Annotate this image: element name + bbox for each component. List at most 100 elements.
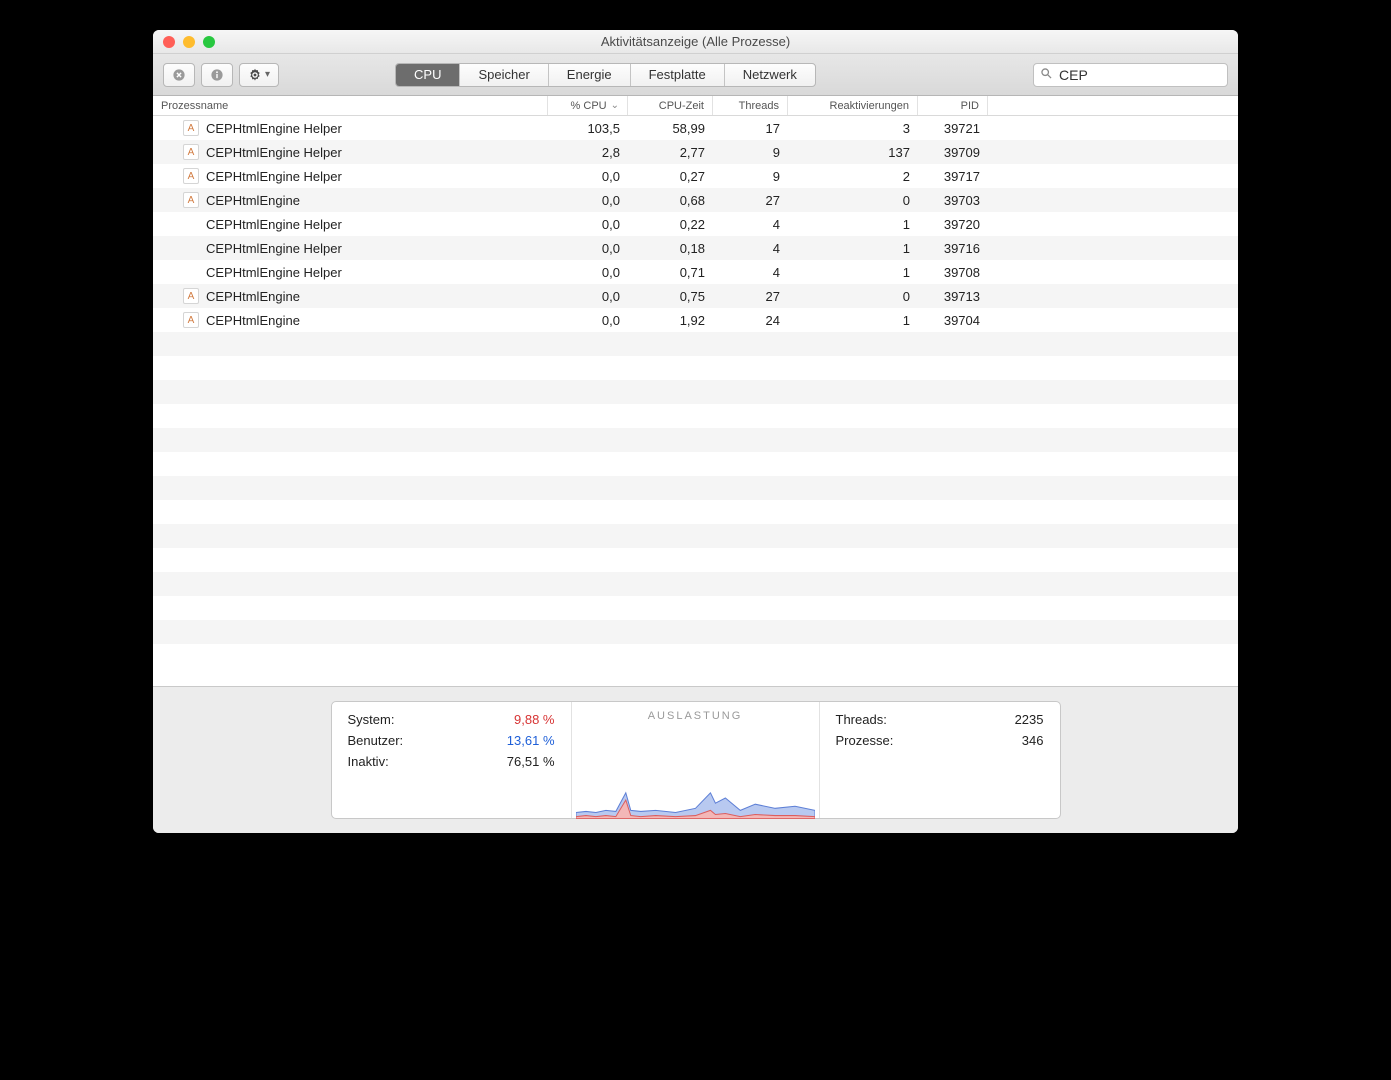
cell-cpu: 0,0 bbox=[548, 289, 628, 304]
cell-time: 0,27 bbox=[628, 169, 713, 184]
search-input[interactable] bbox=[1059, 67, 1238, 83]
cell-wakeups: 3 bbox=[788, 121, 918, 136]
cell-pid: 39708 bbox=[918, 265, 988, 280]
system-label: System: bbox=[348, 712, 395, 727]
cell-cpu: 0,0 bbox=[548, 313, 628, 328]
cell-cpu: 0,0 bbox=[548, 193, 628, 208]
titlebar[interactable]: Aktivitätsanzeige (Alle Prozesse) bbox=[153, 30, 1238, 54]
toolbar: ▾ CPU Speicher Energie Festplatte Netzwe… bbox=[153, 54, 1238, 96]
table-row bbox=[153, 380, 1238, 404]
stop-process-button[interactable] bbox=[163, 63, 195, 87]
search-field[interactable]: ✕ bbox=[1033, 63, 1228, 87]
cell-threads: 4 bbox=[713, 265, 788, 280]
table-row[interactable]: ACEPHtmlEngine Helper2,82,77913739709 bbox=[153, 140, 1238, 164]
cpu-usage-chart bbox=[576, 736, 815, 819]
close-icon[interactable] bbox=[163, 36, 175, 48]
table-row bbox=[153, 620, 1238, 644]
cell-threads: 24 bbox=[713, 313, 788, 328]
user-label: Benutzer: bbox=[348, 733, 404, 748]
system-value: 9,88 % bbox=[514, 712, 554, 727]
cpu-percentages: System: 9,88 % Benutzer: 13,61 % Inaktiv: 7… bbox=[332, 702, 572, 818]
process-name: CEPHtmlEngine bbox=[206, 193, 300, 208]
options-button[interactable]: ▾ bbox=[239, 63, 279, 87]
cell-threads: 17 bbox=[713, 121, 788, 136]
chevron-down-icon: ▾ bbox=[265, 69, 270, 80]
category-tabs: CPU Speicher Energie Festplatte Netzwerk bbox=[395, 63, 816, 87]
cell-threads: 4 bbox=[713, 217, 788, 232]
table-row bbox=[153, 644, 1238, 668]
table-row bbox=[153, 572, 1238, 596]
table-row[interactable]: ACEPHtmlEngine0,00,7527039713 bbox=[153, 284, 1238, 308]
cell-pid: 39703 bbox=[918, 193, 988, 208]
footer: System: 9,88 % Benutzer: 13,61 % Inaktiv: 7… bbox=[153, 686, 1238, 833]
table-row[interactable]: CEPHtmlEngine Helper0,00,224139720 bbox=[153, 212, 1238, 236]
cell-pid: 39720 bbox=[918, 217, 988, 232]
sort-desc-icon: ⌄ bbox=[611, 100, 619, 111]
table-header: Prozessname % CPU⌄ CPU-Zeit Threads Reak… bbox=[153, 96, 1238, 116]
activity-monitor-window: Aktivitätsanzeige (Alle Prozesse) ▾ CPU … bbox=[153, 30, 1238, 833]
idle-value: 76,51 % bbox=[507, 754, 555, 769]
cell-cpu: 0,0 bbox=[548, 169, 628, 184]
process-name: CEPHtmlEngine Helper bbox=[206, 265, 342, 280]
col-cputime[interactable]: CPU-Zeit bbox=[628, 96, 713, 115]
table-row[interactable]: CEPHtmlEngine Helper0,00,714139708 bbox=[153, 260, 1238, 284]
process-name: CEPHtmlEngine bbox=[206, 313, 300, 328]
cell-wakeups: 1 bbox=[788, 265, 918, 280]
cell-time: 0,22 bbox=[628, 217, 713, 232]
cell-threads: 4 bbox=[713, 241, 788, 256]
table-row bbox=[153, 476, 1238, 500]
col-wakeups[interactable]: Reaktivierungen bbox=[788, 96, 918, 115]
table-row bbox=[153, 548, 1238, 572]
process-table[interactable]: ACEPHtmlEngine Helper103,558,9917339721A… bbox=[153, 116, 1238, 686]
table-row bbox=[153, 500, 1238, 524]
tab-memory[interactable]: Speicher bbox=[460, 64, 548, 86]
cell-wakeups: 0 bbox=[788, 289, 918, 304]
zoom-icon[interactable] bbox=[203, 36, 215, 48]
search-icon bbox=[1040, 67, 1053, 83]
cell-pid: 39716 bbox=[918, 241, 988, 256]
cell-wakeups: 1 bbox=[788, 241, 918, 256]
process-name: CEPHtmlEngine Helper bbox=[206, 241, 342, 256]
cell-pid: 39704 bbox=[918, 313, 988, 328]
app-icon: A bbox=[183, 288, 199, 304]
idle-label: Inaktiv: bbox=[348, 754, 389, 769]
user-value: 13,61 % bbox=[507, 733, 555, 748]
table-row bbox=[153, 356, 1238, 380]
cell-cpu: 0,0 bbox=[548, 241, 628, 256]
cell-time: 2,77 bbox=[628, 145, 713, 160]
table-row[interactable]: ACEPHtmlEngine0,01,9224139704 bbox=[153, 308, 1238, 332]
col-cpu[interactable]: % CPU⌄ bbox=[548, 96, 628, 115]
tab-energy[interactable]: Energie bbox=[549, 64, 631, 86]
process-name: CEPHtmlEngine Helper bbox=[206, 169, 342, 184]
cell-pid: 39717 bbox=[918, 169, 988, 184]
process-name: CEPHtmlEngine Helper bbox=[206, 145, 342, 160]
cpu-counts: Threads:2235 Prozesse:346 bbox=[820, 702, 1060, 818]
col-pid[interactable]: PID bbox=[918, 96, 988, 115]
cell-cpu: 103,5 bbox=[548, 121, 628, 136]
cell-threads: 27 bbox=[713, 289, 788, 304]
table-row bbox=[153, 404, 1238, 428]
tab-disk[interactable]: Festplatte bbox=[631, 64, 725, 86]
table-row[interactable]: ACEPHtmlEngine Helper103,558,9917339721 bbox=[153, 116, 1238, 140]
minimize-icon[interactable] bbox=[183, 36, 195, 48]
cell-cpu: 2,8 bbox=[548, 145, 628, 160]
info-button[interactable] bbox=[201, 63, 233, 87]
cell-threads: 27 bbox=[713, 193, 788, 208]
processes-label: Prozesse: bbox=[836, 733, 894, 748]
table-row[interactable]: ACEPHtmlEngine Helper0,00,279239717 bbox=[153, 164, 1238, 188]
process-name: CEPHtmlEngine Helper bbox=[206, 217, 342, 232]
processes-value: 346 bbox=[1022, 733, 1044, 748]
table-row[interactable]: ACEPHtmlEngine0,00,6827039703 bbox=[153, 188, 1238, 212]
table-row[interactable]: CEPHtmlEngine Helper0,00,184139716 bbox=[153, 236, 1238, 260]
cell-pid: 39721 bbox=[918, 121, 988, 136]
cell-time: 1,92 bbox=[628, 313, 713, 328]
tab-network[interactable]: Netzwerk bbox=[725, 64, 815, 86]
process-name: CEPHtmlEngine Helper bbox=[206, 121, 342, 136]
col-processname[interactable]: Prozessname bbox=[153, 96, 548, 115]
tab-cpu[interactable]: CPU bbox=[396, 64, 460, 86]
col-threads[interactable]: Threads bbox=[713, 96, 788, 115]
app-icon: A bbox=[183, 144, 199, 160]
chart-title: AUSLASTUNG bbox=[572, 702, 819, 730]
table-row bbox=[153, 524, 1238, 548]
cell-wakeups: 1 bbox=[788, 217, 918, 232]
